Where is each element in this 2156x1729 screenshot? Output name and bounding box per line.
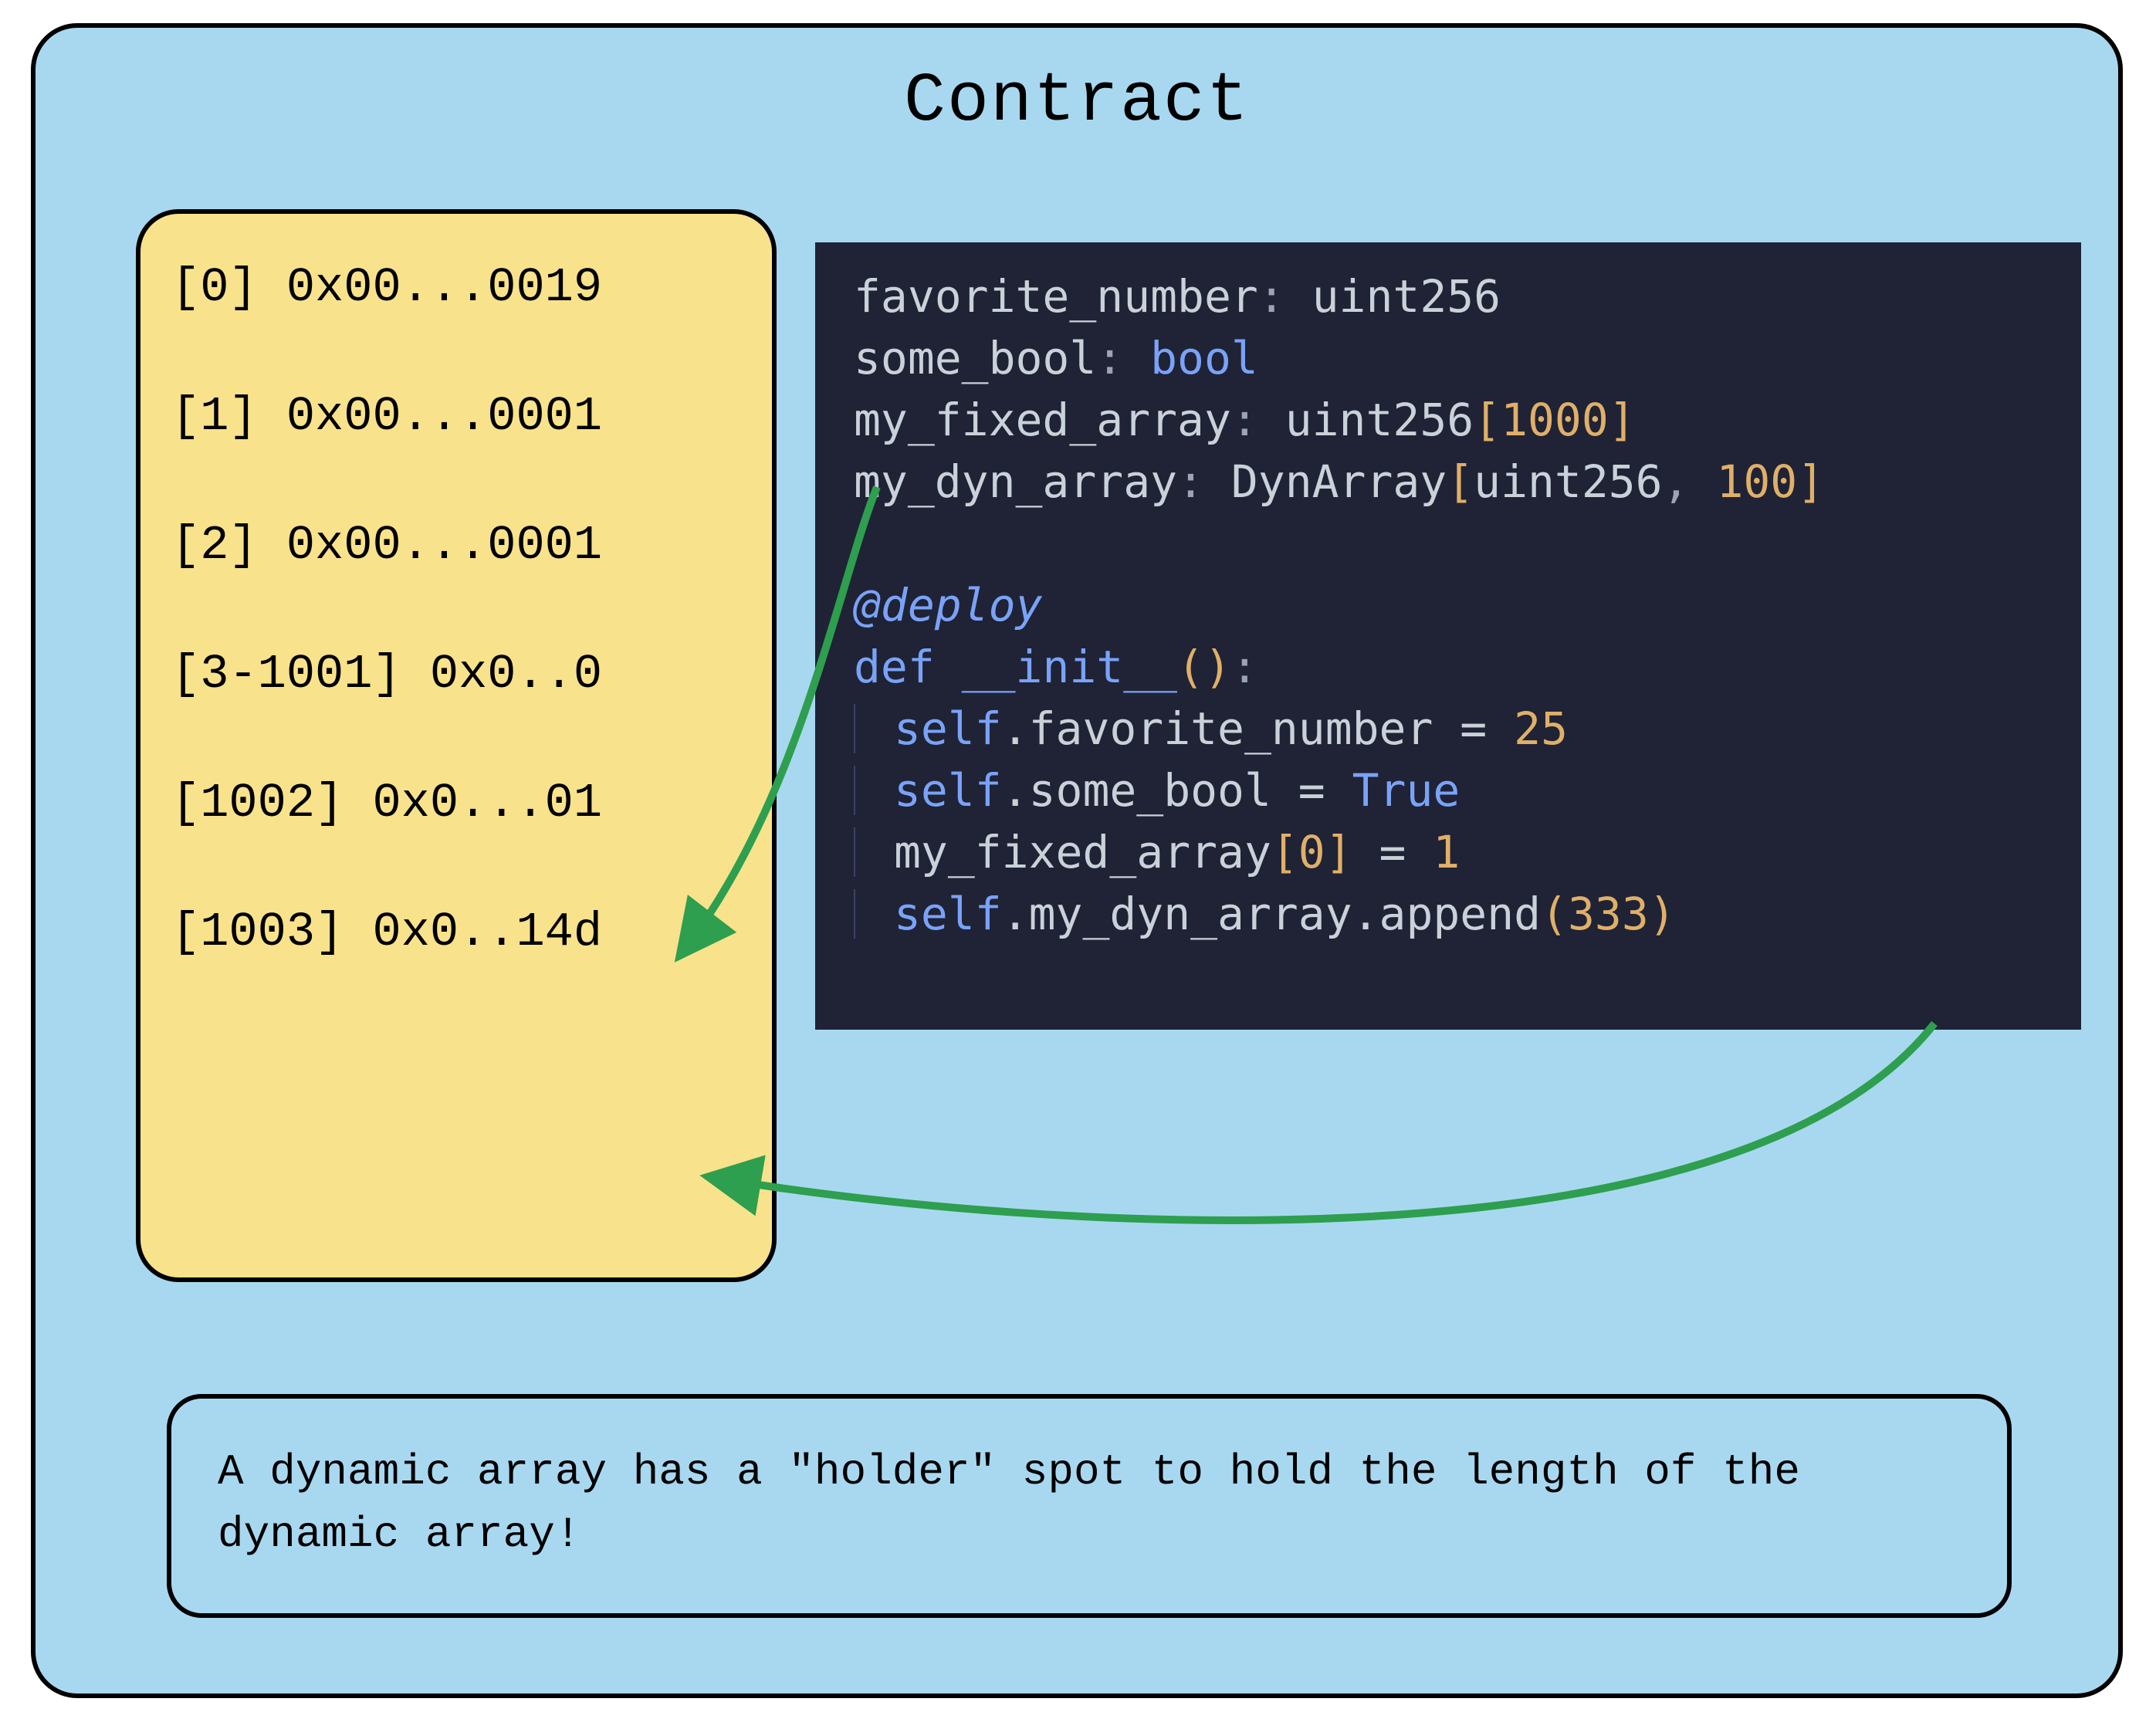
code-line: my_fixed_array: uint256[1000]	[854, 389, 2050, 451]
code-line: self.some_bool = True	[854, 760, 2050, 821]
storage-slot: [2] 0x00...0001	[171, 518, 741, 573]
storage-slot: [1002] 0x0...01	[171, 776, 741, 831]
code-line: my_dyn_array: DynArray[uint256, 100]	[854, 451, 2050, 513]
code-snippet: favorite_number: uint256 some_bool: bool…	[815, 242, 2081, 1030]
storage-slots-box: [0] 0x00...0019 [1] 0x00...0001 [2] 0x00…	[136, 209, 777, 1282]
code-line: favorite_number: uint256	[854, 266, 2050, 327]
storage-slot: [1003] 0x0..14d	[171, 905, 741, 959]
code-line	[854, 513, 2050, 574]
storage-slot: [0] 0x00...0019	[171, 260, 741, 315]
code-line: self.favorite_number = 25	[854, 698, 2050, 760]
code-line: some_bool: bool	[854, 327, 2050, 389]
contract-panel: Contract [0] 0x00...0019 [1] 0x00...0001…	[31, 23, 2123, 1698]
code-line: my_fixed_array[0] = 1	[854, 821, 2050, 883]
caption-box: A dynamic array has a "holder" spot to h…	[167, 1394, 2012, 1618]
arrow-icon	[715, 1024, 1934, 1220]
storage-slot: [1] 0x00...0001	[171, 389, 741, 444]
code-line: def __init__():	[854, 636, 2050, 698]
panel-title: Contract	[36, 63, 2118, 141]
caption-text: A dynamic array has a "holder" spot to h…	[218, 1447, 1800, 1559]
storage-slot: [3-1001] 0x0..0	[171, 647, 741, 702]
code-line: @deploy	[854, 574, 2050, 636]
code-line: self.my_dyn_array.append(333)	[854, 883, 2050, 945]
